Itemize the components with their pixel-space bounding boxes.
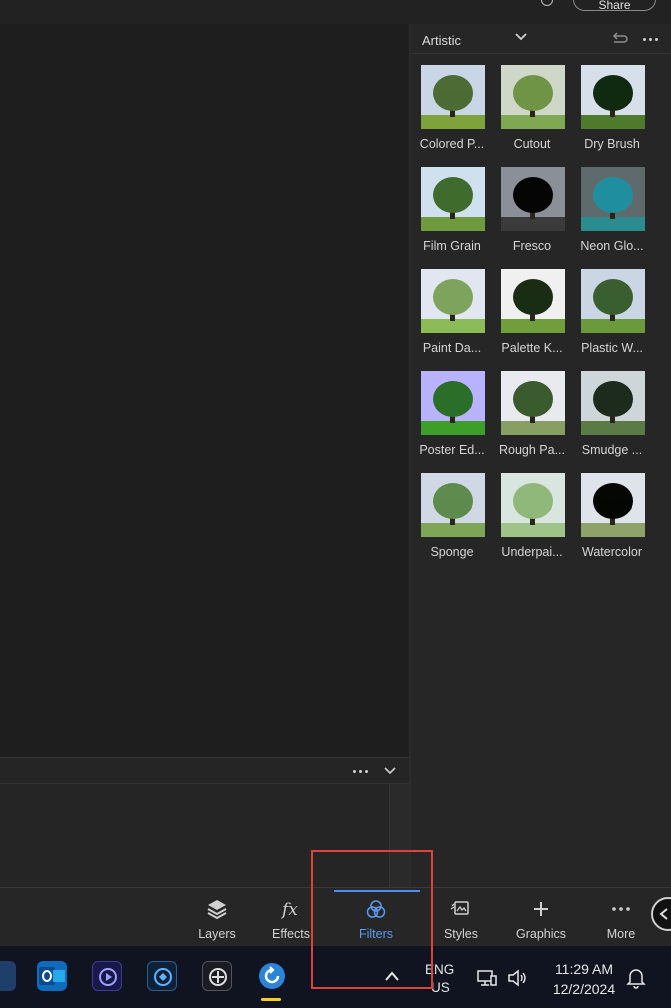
filters-panel: Artistic Colored P... Cutout Dry Brush Film… (411, 24, 671, 887)
refresh-icon (259, 963, 285, 989)
filter-preview-image (581, 269, 645, 333)
filter-category-header: Artistic (411, 24, 671, 54)
reset-icon[interactable] (611, 31, 629, 45)
outlook-icon[interactable] (37, 961, 67, 991)
toolbar-more[interactable]: More (581, 888, 661, 947)
filter-category-dropdown[interactable]: Artistic (422, 33, 461, 48)
toolbar-label: Layers (198, 927, 236, 941)
top-bar: Share (0, 0, 671, 24)
filter-thumbnail[interactable]: Colored P... (420, 64, 500, 166)
filter-thumbnail[interactable]: Dry Brush (580, 64, 660, 166)
filter-thumbnail[interactable]: Sponge (420, 472, 500, 574)
panel-collapse-icon[interactable] (384, 766, 396, 776)
filter-thumbnail-label: Film Grain (423, 239, 481, 253)
filter-thumbnail-label: Rough Pa... (498, 443, 565, 457)
filter-thumbnail[interactable]: Rough Pa... (499, 370, 580, 472)
filter-thumbnail-label: Smudge ... (581, 443, 643, 457)
filter-thumbnail-label: Paint Da... (422, 341, 482, 355)
sync-app-icon[interactable] (257, 961, 287, 991)
play-icon (99, 968, 117, 986)
photoshop-elements-icon[interactable] (147, 961, 177, 991)
filter-preview-image (501, 167, 565, 231)
filter-preview-image (421, 473, 485, 537)
active-app-indicator (261, 998, 281, 1001)
filter-thumbnail[interactable]: Palette K... (500, 268, 580, 370)
filter-preview-image (581, 473, 645, 537)
filter-preview-image (501, 269, 565, 333)
filter-thumbnail-label: Palette K... (501, 341, 563, 355)
filter-thumbnail[interactable]: Cutout (500, 64, 580, 166)
toolbar-label: Styles (443, 927, 479, 941)
more-icon (612, 907, 630, 911)
filter-preview-image (501, 65, 565, 129)
plus-icon (534, 902, 548, 916)
filter-preview-image (581, 167, 645, 231)
fx-icon: fx (280, 900, 298, 920)
toolbar-label: More (606, 927, 636, 941)
filter-thumbnail[interactable]: Smudge ... (580, 370, 660, 472)
filter-thumbnail-label: Underpai... (501, 545, 563, 559)
share-button[interactable]: Share (573, 0, 656, 12)
filter-thumbnail[interactable]: Fresco (500, 166, 580, 268)
filter-thumbnail-label: Poster Ed... (419, 443, 485, 457)
filter-thumbnail[interactable]: Watercolor (580, 472, 660, 574)
clock-date: 12/2/2024 (552, 981, 616, 997)
annotation-highlight-box (311, 850, 433, 989)
organizer-glyph-icon (209, 968, 227, 986)
network-icon[interactable] (476, 968, 498, 988)
styles-icon (450, 901, 469, 915)
filter-preview-image (501, 473, 565, 537)
filter-thumbnail-label: Fresco (512, 239, 552, 253)
chevron-left-icon (659, 908, 668, 920)
toolbar-graphics[interactable]: Graphics (501, 888, 581, 947)
filter-thumbnail[interactable]: Paint Da... (420, 268, 500, 370)
notification-bell-icon[interactable] (626, 967, 646, 989)
bottom-panel-header (0, 757, 409, 784)
filter-thumbnail-label: Cutout (513, 137, 551, 151)
toolbar-styles[interactable]: Styles (421, 888, 501, 947)
layers-icon (207, 900, 227, 920)
filter-preview-image (421, 371, 485, 435)
filter-thumbnail-label: Plastic W... (581, 341, 643, 355)
filter-preview-image (581, 65, 645, 129)
svg-text:fx: fx (280, 900, 298, 920)
premiere-elements-icon[interactable] (92, 961, 122, 991)
organizer-icon[interactable] (202, 961, 232, 991)
filter-thumbnail-label: Colored P... (419, 137, 485, 151)
filter-thumbnail[interactable]: Film Grain (420, 166, 500, 268)
filter-preview-image (581, 371, 645, 435)
clock[interactable]: 11:29 AM 12/2/2024 (547, 959, 621, 999)
filter-thumbnail[interactable]: Plastic W... (580, 268, 660, 370)
panel-more-icon[interactable] (353, 770, 368, 773)
volume-icon[interactable] (506, 968, 528, 988)
filter-more-icon[interactable] (643, 38, 658, 41)
toolbar-layers[interactable]: Layers (177, 888, 257, 947)
filter-thumbnail[interactable]: Poster Ed... (419, 370, 500, 472)
help-icon[interactable] (541, 0, 553, 6)
taskbar-app-editor-icon[interactable] (0, 961, 16, 991)
image-canvas[interactable] (0, 24, 409, 757)
filter-thumbnail-label: Neon Glo... (580, 239, 644, 253)
filter-thumbnail-label: Dry Brush (584, 137, 640, 151)
filter-thumbnail[interactable]: Neon Glo... (580, 166, 660, 268)
filter-thumbnail-label: Sponge (430, 545, 474, 559)
filter-preview-image (421, 269, 485, 333)
filter-thumbnail-label: Watercolor (582, 545, 642, 559)
toolbar-label: Graphics (515, 927, 567, 941)
filter-thumbnail[interactable]: Underpai... (500, 472, 580, 574)
filter-preview-image (421, 65, 485, 129)
filter-preview-image (421, 167, 485, 231)
photo-app-glyph-icon (154, 968, 172, 986)
chevron-down-icon[interactable] (515, 32, 527, 42)
filter-preview-image (501, 371, 565, 435)
clock-time: 11:29 AM (554, 961, 614, 977)
outlook-glyph-icon (39, 967, 65, 985)
